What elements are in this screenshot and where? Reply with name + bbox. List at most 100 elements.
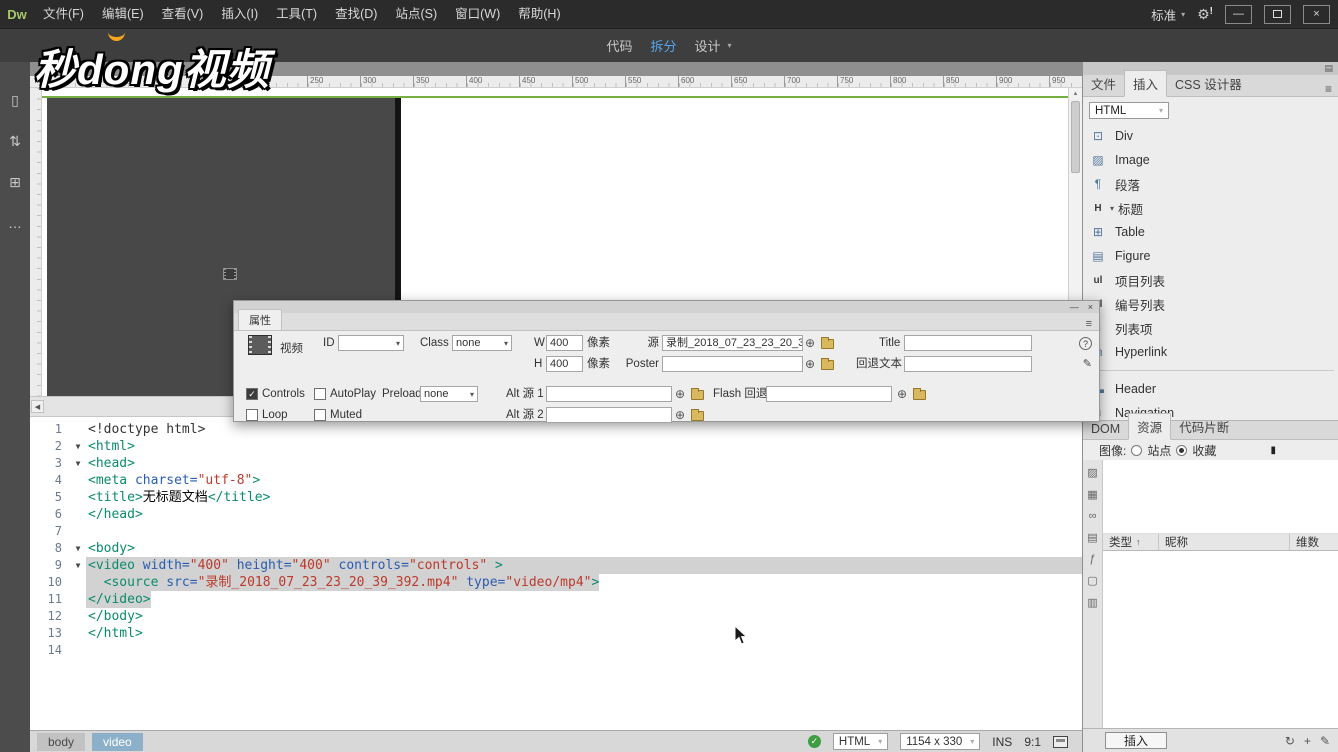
controls-checkbox[interactable]: ✓	[246, 388, 258, 400]
refresh-icon[interactable]: ↻	[1285, 734, 1295, 748]
assets-list[interactable]	[1103, 551, 1338, 728]
autoplay-checkbox[interactable]	[314, 388, 326, 400]
menu-find[interactable]: 查找(D)	[326, 0, 386, 28]
help-icon[interactable]: ?	[1079, 337, 1092, 350]
source-input[interactable]: 录制_2018_07_23_23_20_3	[662, 335, 803, 351]
code-line-5[interactable]: 5<title>无标题文档</title>	[30, 489, 1082, 506]
code-line-11[interactable]: 11</video>	[30, 591, 1082, 608]
insert-item-hyperlink[interactable]: ⧉Hyperlink	[1083, 340, 1338, 364]
insert-item-div[interactable]: ⊡Div	[1083, 124, 1338, 148]
code-line-12[interactable]: 12</body>	[30, 608, 1082, 625]
insert-item-heading[interactable]: H▾标题	[1083, 196, 1338, 220]
code-line-4[interactable]: 4<meta charset="utf-8">	[30, 472, 1082, 489]
menu-tools[interactable]: 工具(T)	[267, 0, 326, 28]
scroll-left-icon[interactable]: ◀	[31, 400, 44, 413]
point-to-file-icon[interactable]: ⊕	[675, 386, 685, 402]
document-icon[interactable]: ▯	[11, 92, 19, 109]
window-size-select[interactable]: 1154 x 330 ▾	[900, 733, 980, 750]
width-input[interactable]: 400	[546, 335, 583, 351]
code-line-8[interactable]: 8▼<body>	[30, 540, 1082, 557]
split-view-button[interactable]: 拆分	[650, 36, 676, 55]
code-line-9[interactable]: 9▼<video width="400" height="400" contro…	[30, 557, 1082, 574]
tab-snippets[interactable]: 代码片断	[1171, 414, 1237, 439]
assets-insert-button[interactable]: 插入	[1105, 732, 1167, 749]
menu-edit[interactable]: 编辑(E)	[93, 0, 153, 28]
insert-item-list-item[interactable]: li列表项	[1083, 316, 1338, 340]
code-line-1[interactable]: 1<!doctype html>	[30, 421, 1082, 438]
code-line-13[interactable]: 13</html>	[30, 625, 1082, 642]
code-view-button[interactable]: 代码	[606, 36, 632, 55]
code-fold-icon[interactable]: ▼	[70, 455, 86, 472]
code-line-10[interactable]: 10 <source src="录制_2018_07_23_23_20_39_3…	[30, 574, 1082, 591]
browse-folder-icon[interactable]	[821, 339, 834, 349]
muted-checkbox[interactable]	[314, 409, 326, 421]
tab-files[interactable]: 文件	[1083, 71, 1124, 96]
sync-settings-button[interactable]: ⚙ !	[1197, 6, 1213, 23]
panel-minimize-icon[interactable]: —	[1070, 303, 1079, 312]
point-to-file-icon[interactable]: ⊕	[805, 356, 815, 372]
assets-library-icon[interactable]: ▥	[1087, 596, 1097, 609]
insert-category-select[interactable]: HTML ▾	[1089, 102, 1169, 119]
site-radio-label[interactable]: 站点	[1147, 442, 1171, 459]
realtime-preview-icon[interactable]	[1053, 736, 1068, 748]
browse-folder-icon[interactable]	[691, 390, 704, 400]
assets-media-icon[interactable]: ▤	[1087, 531, 1097, 544]
more-options-icon[interactable]: …	[8, 215, 22, 231]
tab-assets[interactable]: 资源	[1128, 413, 1171, 440]
menu-site[interactable]: 站点(S)	[386, 0, 446, 28]
doctype-select[interactable]: HTML ▾	[833, 733, 888, 750]
insert-item-image[interactable]: ▨Image	[1083, 148, 1338, 172]
insert-item-unordered-list[interactable]: ul项目列表	[1083, 268, 1338, 292]
scroll-up-icon[interactable]: ▲	[1069, 88, 1082, 100]
fallback-text-input[interactable]	[904, 356, 1032, 372]
menu-help[interactable]: 帮助(H)	[509, 0, 569, 28]
column-dimensions[interactable]: 维数	[1290, 534, 1338, 550]
properties-tab[interactable]: 属性	[238, 309, 282, 330]
poster-input[interactable]	[662, 356, 803, 372]
menu-file[interactable]: 文件(F)	[34, 0, 93, 28]
panel-menu-icon[interactable]: ≡	[1325, 82, 1338, 96]
assets-images-icon[interactable]: ▨	[1087, 466, 1097, 479]
tag-selector-body[interactable]: body	[37, 733, 85, 751]
alt-source-2-input[interactable]	[546, 407, 672, 423]
height-input[interactable]: 400	[546, 356, 583, 372]
flash-fallback-input[interactable]	[766, 386, 892, 402]
minimize-button[interactable]: —	[1225, 5, 1252, 24]
browse-folder-icon[interactable]	[691, 411, 704, 421]
assets-urls-icon[interactable]: ∞	[1089, 510, 1097, 522]
code-line-6[interactable]: 6</head>	[30, 506, 1082, 523]
file-transfer-icon[interactable]: ⇅	[9, 133, 21, 150]
code-line-7[interactable]: 7	[30, 523, 1082, 540]
insert-item-ordered-list[interactable]: ol编号列表	[1083, 292, 1338, 316]
site-radio[interactable]	[1131, 445, 1142, 456]
column-nickname[interactable]: 昵称	[1159, 534, 1290, 550]
design-view-button[interactable]: 设计 ▾	[695, 36, 732, 55]
dock-icon[interactable]: ▤	[1324, 63, 1333, 74]
heading-level-caret-icon[interactable]: ▾	[1110, 204, 1114, 213]
favorites-radio-label[interactable]: 收藏	[1192, 442, 1216, 459]
tab-insert[interactable]: 插入	[1124, 70, 1167, 97]
title-input[interactable]	[904, 335, 1032, 351]
point-to-file-icon[interactable]: ⊕	[805, 335, 815, 351]
panel-menu-icon[interactable]: ≡	[1086, 318, 1099, 330]
assets-scripts-icon[interactable]: ƒ	[1089, 553, 1095, 565]
scrollbar-thumb[interactable]	[1071, 101, 1080, 173]
code-navigator-icon[interactable]: ⊞	[9, 174, 21, 191]
insert-item-table[interactable]: ⊞Table	[1083, 220, 1338, 244]
tab-css-designer[interactable]: CSS 设计器	[1167, 71, 1250, 96]
favorites-radio[interactable]	[1176, 445, 1187, 456]
code-fold-icon[interactable]: ▼	[70, 540, 86, 557]
id-select[interactable]: ▾	[338, 335, 404, 351]
assets-colors-icon[interactable]: ▦	[1087, 488, 1097, 501]
menu-window[interactable]: 窗口(W)	[446, 0, 509, 28]
preload-select[interactable]: none ▾	[420, 386, 478, 402]
code-fold-icon[interactable]: ▼	[70, 438, 86, 455]
workspace-switcher[interactable]: 标准 ▾	[1151, 5, 1185, 24]
menu-view[interactable]: 查看(V)	[153, 0, 213, 28]
loop-checkbox[interactable]	[246, 409, 258, 421]
quick-edit-icon[interactable]: ✎	[1083, 357, 1092, 370]
menu-insert[interactable]: 插入(I)	[212, 0, 267, 28]
new-item-icon[interactable]: +	[1304, 734, 1311, 748]
code-line-14[interactable]: 14	[30, 642, 1082, 659]
insert-item-paragraph[interactable]: ¶段落	[1083, 172, 1338, 196]
